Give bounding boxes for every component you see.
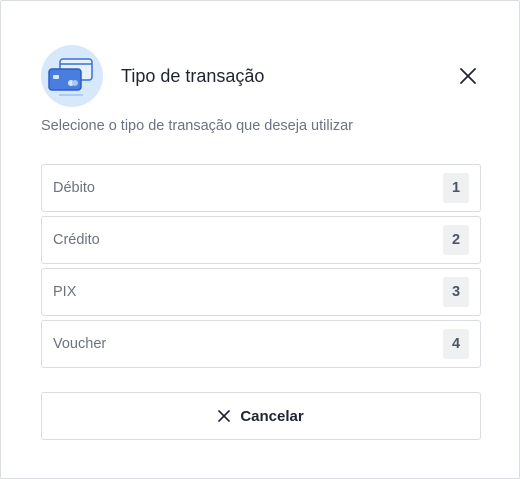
option-debito[interactable]: Débito 1 [41, 164, 481, 212]
option-credito[interactable]: Crédito 2 [41, 216, 481, 264]
close-icon [218, 410, 231, 422]
option-label: Voucher [53, 336, 107, 352]
dialog-title: Tipo de transação [121, 65, 265, 86]
transaction-type-dialog: Tipo de transação Selecione o tipo de tr… [0, 0, 520, 479]
dialog-header: Tipo de transação [41, 45, 264, 107]
option-voucher[interactable]: Voucher 4 [41, 320, 481, 368]
close-icon [460, 68, 476, 84]
cancel-button[interactable]: Cancelar [41, 392, 481, 440]
option-label: Débito [53, 180, 95, 196]
option-label: Crédito [53, 232, 100, 248]
option-pix[interactable]: PIX 3 [41, 268, 481, 316]
transaction-options-list: Débito 1 Crédito 2 PIX 3 Voucher 4 [41, 164, 481, 372]
cancel-label: Cancelar [240, 407, 304, 425]
shortcut-key-badge: 1 [443, 173, 469, 203]
option-label: PIX [53, 284, 77, 300]
shortcut-key-badge: 2 [443, 225, 469, 255]
credit-cards-icon [41, 45, 103, 107]
shortcut-key-badge: 3 [443, 277, 469, 307]
close-button[interactable] [457, 65, 479, 87]
dialog-subtitle: Selecione o tipo de transação que deseja… [41, 118, 353, 134]
shortcut-key-badge: 4 [443, 329, 469, 359]
